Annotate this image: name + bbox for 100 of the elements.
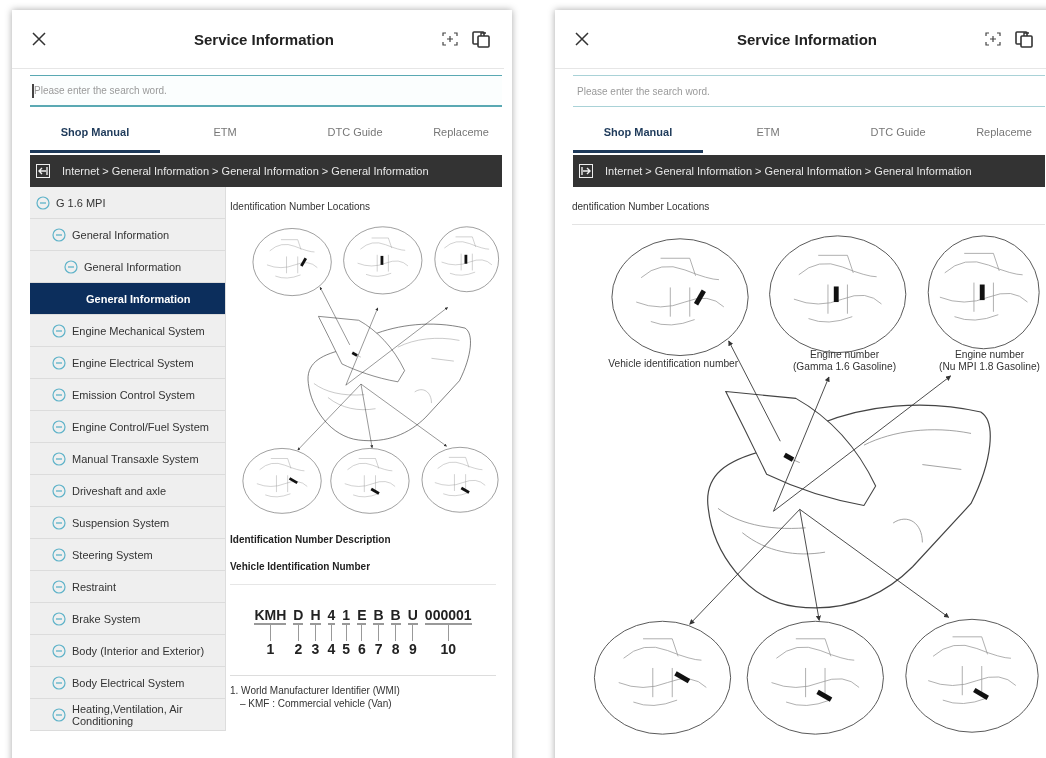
copy-icon: [1015, 30, 1033, 48]
vin-position: 4: [327, 641, 336, 658]
zoom-button[interactable]: [983, 30, 1003, 48]
tree-item[interactable]: Restraint: [30, 571, 225, 603]
tab[interactable]: DTC Guide: [833, 113, 963, 153]
collapse-icon: [52, 483, 66, 498]
tree-item[interactable]: Steering System: [30, 539, 225, 571]
leader-line: [297, 625, 299, 642]
window-title: Service Information: [192, 30, 335, 48]
breadcrumb-path: Internet > General Information > General Information > General Information: [605, 165, 972, 177]
leader-line: [447, 625, 449, 642]
tree-item[interactable]: General Information: [30, 219, 225, 251]
section-subheading: Identification Number Description: [230, 534, 392, 546]
collapse-icon: [52, 611, 66, 626]
copy-button[interactable]: [1013, 28, 1035, 50]
window-title: Service Information: [735, 30, 878, 48]
leader-line: [269, 625, 271, 642]
tree-item[interactable]: Manual Transaxle System: [30, 443, 225, 475]
vin-code: B: [373, 607, 384, 626]
vin-position: 2: [294, 641, 303, 658]
figure-label: Engine number: [954, 349, 1025, 361]
vin-position: 7: [374, 641, 383, 658]
section-heading: Identification Number Locations: [230, 201, 372, 212]
vin-code: B: [390, 607, 401, 626]
leader-line: [395, 625, 397, 642]
leader-line: [330, 625, 332, 642]
collapse-icon: [52, 643, 66, 658]
close-button[interactable]: [573, 30, 591, 48]
tree-item[interactable]: Engine Mechanical System: [30, 315, 225, 347]
close-button[interactable]: [30, 30, 48, 48]
leader-line: [315, 625, 316, 642]
section-subheading: Vehicle Identification Number: [230, 561, 372, 573]
collapse-sidebar-button[interactable]: [34, 162, 52, 180]
collapse-icon: [52, 451, 66, 466]
vin-code: E: [357, 607, 367, 626]
section-heading: dentification Number Locations: [572, 201, 711, 212]
tree-item[interactable]: Driveshaft and axle: [30, 475, 225, 507]
vin-position: 6: [357, 641, 366, 658]
collapse-icon: [52, 707, 66, 722]
expand-sidebar-button[interactable]: [577, 162, 595, 180]
list-item: 1. World Manufacturer Identifier (WMI): [230, 684, 401, 698]
collapse-icon: [52, 419, 66, 434]
collapse-icon: [64, 259, 78, 274]
breadcrumb-path: Internet > General Information > General Information > General Information: [62, 165, 429, 177]
list-item: – KMF : Commercial vehicle (Van): [239, 697, 393, 711]
tab[interactable]: Replaceme: [963, 113, 1045, 153]
vin-code: KMH: [254, 607, 287, 626]
leader-line: [361, 625, 363, 642]
figure-label: Engine number: [809, 349, 880, 361]
tree-item[interactable]: Engine Control/Fuel System: [30, 411, 225, 443]
figure-label: (Gamma 1.6 Gasoline): [792, 361, 897, 373]
vin-position: 3: [311, 641, 320, 658]
vin-code: H: [310, 607, 321, 626]
arrow-to-right-icon: [579, 164, 593, 178]
close-icon: [575, 32, 589, 46]
detail-view-drawing: [434, 226, 499, 292]
collapse-icon: [52, 355, 66, 370]
tree-item[interactable]: Brake System: [30, 603, 225, 635]
expand-frame-icon: [985, 32, 1001, 46]
tree-item[interactable]: Suspension System: [30, 507, 225, 539]
tree-item[interactable]: Emission Control System: [30, 379, 225, 411]
tree-item[interactable]: Body Electrical System: [30, 667, 225, 699]
vin-position: 8: [391, 641, 400, 658]
figure-label: (Nu MPI 1.8 Gasoline): [939, 361, 1040, 373]
collapse-icon: [52, 579, 66, 594]
figure-label: Vehicle identification number: [608, 358, 739, 370]
collapse-icon: [52, 387, 66, 402]
collapse-icon: [36, 195, 50, 210]
vin-code: 000001: [424, 607, 472, 626]
expand-frame-icon: [442, 32, 458, 46]
vin-position: 10: [440, 641, 456, 658]
vin-code: U: [407, 607, 418, 626]
collapse-icon: [52, 323, 66, 338]
tree-item[interactable]: General Information: [30, 283, 225, 315]
collapse-icon: [52, 547, 66, 562]
tree-item[interactable]: Heating,Ventilation, Air Conditioning: [30, 699, 225, 731]
leader-line: [412, 625, 414, 642]
copy-button[interactable]: [470, 28, 492, 50]
tab[interactable]: ETM: [160, 113, 290, 153]
arrow-to-left-icon: [36, 164, 50, 178]
collapse-icon: [52, 515, 66, 530]
tree-item[interactable]: Body (Interior and Exterior): [30, 635, 225, 667]
text-cursor: [32, 84, 34, 98]
copy-icon: [472, 30, 490, 48]
tree-item[interactable]: G 1.6 MPI: [30, 187, 225, 219]
leader-line: [345, 625, 347, 642]
zoom-button[interactable]: [440, 30, 460, 48]
collapse-icon: [52, 675, 66, 690]
leader-line: [378, 625, 380, 642]
tree-item[interactable]: Engine Electrical System: [30, 347, 225, 379]
collapse-icon: [52, 227, 66, 242]
search-field[interactable]: Please enter the search word.: [573, 75, 1045, 107]
close-icon: [32, 32, 46, 46]
vin-position: 1: [266, 641, 275, 658]
search-field[interactable]: Please enter the search word.: [30, 75, 502, 107]
vin-position: 9: [408, 641, 417, 658]
tab[interactable]: ETM: [703, 113, 833, 153]
vin-code: D: [293, 607, 304, 626]
tab[interactable]: Replaceme: [420, 113, 502, 153]
tab[interactable]: DTC Guide: [290, 113, 420, 153]
